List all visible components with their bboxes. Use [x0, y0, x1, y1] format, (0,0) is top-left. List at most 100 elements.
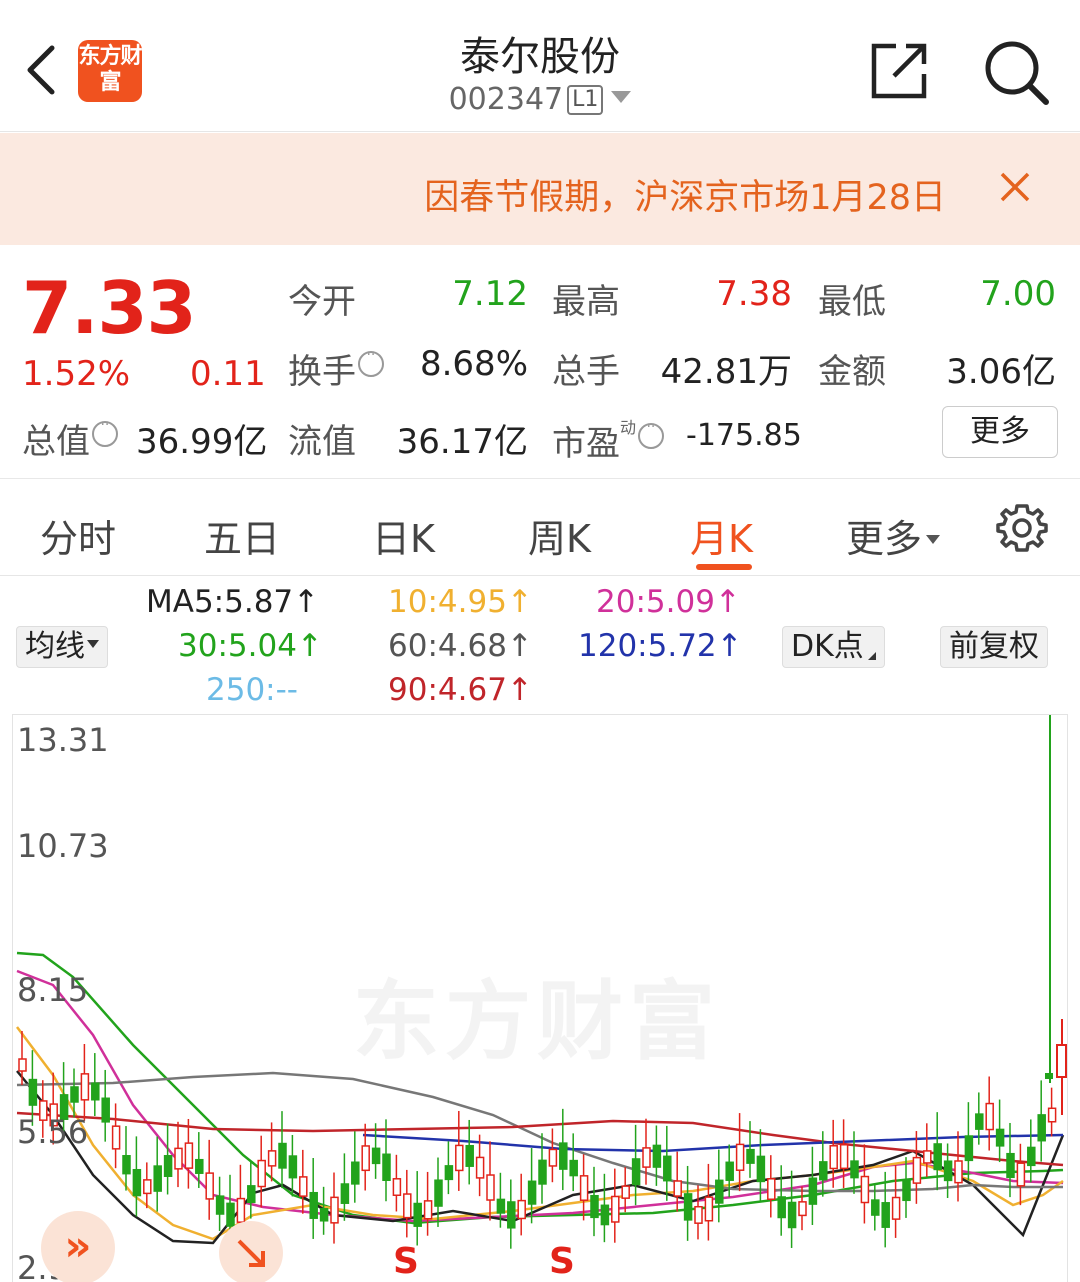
candle-body [195, 1158, 204, 1174]
tab-weekly-k[interactable]: 周K [528, 508, 591, 563]
candle-body [340, 1183, 350, 1204]
candle-body [163, 1155, 173, 1177]
candle-body [517, 1199, 526, 1220]
candle-body [756, 1155, 766, 1183]
ma10-value: 10:4.95↑ [388, 584, 533, 620]
candle-body [881, 1202, 890, 1228]
chevron-down-icon[interactable] [611, 91, 632, 103]
caret-down-icon [926, 535, 941, 544]
candle-body [403, 1193, 412, 1219]
high-value: 7.38 [716, 274, 792, 314]
kline-chart[interactable]: 东方财富 13.31 10.73 8.15 5.56 2.98 S S » [12, 714, 1068, 1282]
ma20-value: 20:5.09↑ [596, 584, 741, 620]
candle-body [912, 1156, 922, 1184]
low-label: 最低 [818, 282, 886, 322]
candle-body [184, 1142, 194, 1169]
sell-signal: S [549, 1241, 575, 1282]
volume-value: 42.81万 [660, 352, 792, 392]
candle-body [205, 1172, 214, 1200]
candle-body [600, 1204, 610, 1226]
tab-intraday[interactable]: 分时 [40, 508, 116, 563]
candle-body [631, 1158, 641, 1186]
candle-body [330, 1196, 339, 1224]
candle-body [1056, 1044, 1067, 1078]
candle-body [611, 1195, 620, 1223]
caret-down-icon [87, 640, 99, 648]
ma30-value: 30:5.04↑ [178, 628, 323, 664]
candle-body [91, 1082, 100, 1101]
candle-body [621, 1185, 630, 1199]
candle-body [371, 1147, 381, 1165]
amount-value: 3.06亿 [946, 352, 1056, 392]
low-value: 7.00 [980, 274, 1056, 314]
change-percent: 1.52% [22, 354, 131, 394]
turnover-label: 换手 [288, 344, 384, 393]
stock-code: 002347 [448, 82, 564, 117]
candle-body [455, 1144, 464, 1172]
mktcap-label: 总值 [22, 414, 118, 463]
candle-body [954, 1160, 963, 1184]
candle-body [860, 1175, 870, 1204]
candle-body [704, 1196, 714, 1222]
candle-body [579, 1175, 589, 1201]
candle-body [746, 1148, 755, 1164]
tab-monthly-k[interactable]: 月K [690, 508, 753, 563]
candle-body [1045, 1073, 1053, 1079]
candle-body [1047, 1107, 1057, 1123]
candle-body [174, 1147, 183, 1170]
ma-selector[interactable]: 均线 [16, 626, 108, 668]
open-value: 7.12 [452, 274, 528, 314]
price-adjust-selector[interactable]: 前复权 [940, 626, 1048, 668]
gear-icon[interactable] [996, 502, 1048, 554]
float-cap-value: 36.17亿 [396, 422, 528, 462]
level-badge: L1 [567, 85, 604, 115]
candle-body [132, 1168, 142, 1197]
y-tick-label: 10.73 [17, 827, 109, 865]
candle-body [735, 1143, 745, 1171]
candle-body [871, 1199, 880, 1216]
info-icon[interactable] [358, 347, 384, 377]
candle-body [798, 1201, 807, 1217]
candle-body [299, 1176, 308, 1197]
expand-icon[interactable]: » [41, 1211, 115, 1282]
share-icon[interactable] [868, 38, 932, 102]
candle-body [767, 1178, 776, 1200]
amount-label: 金额 [818, 352, 886, 392]
tab-daily-k[interactable]: 日K [372, 508, 435, 563]
candle-body [964, 1135, 974, 1162]
candle-body [80, 1073, 90, 1101]
candle-body [486, 1174, 495, 1201]
pe-label: 市盈动 [552, 414, 665, 465]
candle-body [933, 1143, 942, 1171]
candle-body [507, 1201, 516, 1229]
candle-body [111, 1125, 121, 1150]
candle-body [319, 1208, 329, 1222]
candle-body [122, 1155, 131, 1175]
candle-body [278, 1142, 287, 1169]
more-quote-button[interactable]: 更多 [942, 406, 1058, 458]
info-icon[interactable] [92, 417, 118, 447]
tab-more[interactable]: 更多 [846, 508, 941, 563]
search-icon[interactable] [982, 38, 1050, 106]
active-tab-indicator [696, 564, 752, 570]
candle-body [891, 1196, 901, 1220]
volume-label: 总手 [552, 352, 620, 392]
sell-signal: S [393, 1241, 419, 1282]
candle-body [527, 1180, 537, 1205]
candle-body [143, 1179, 152, 1195]
candle-body [725, 1161, 734, 1181]
candle-body [985, 1102, 994, 1131]
candle-body [247, 1185, 256, 1204]
candle-body [1027, 1146, 1036, 1167]
tab-five-day[interactable]: 五日 [204, 508, 280, 563]
ma60-value: 60:4.68↑ [388, 628, 533, 664]
dk-point-selector[interactable]: DK点 [782, 626, 885, 668]
jump-arrow-icon[interactable] [219, 1221, 283, 1282]
candle-body [559, 1142, 568, 1170]
close-icon[interactable] [996, 166, 1036, 206]
pe-dynamic-mark: 动 [620, 418, 637, 437]
candle-body [351, 1161, 360, 1185]
candle-body [236, 1197, 246, 1223]
info-icon[interactable] [638, 419, 665, 449]
candle-body [70, 1086, 79, 1103]
